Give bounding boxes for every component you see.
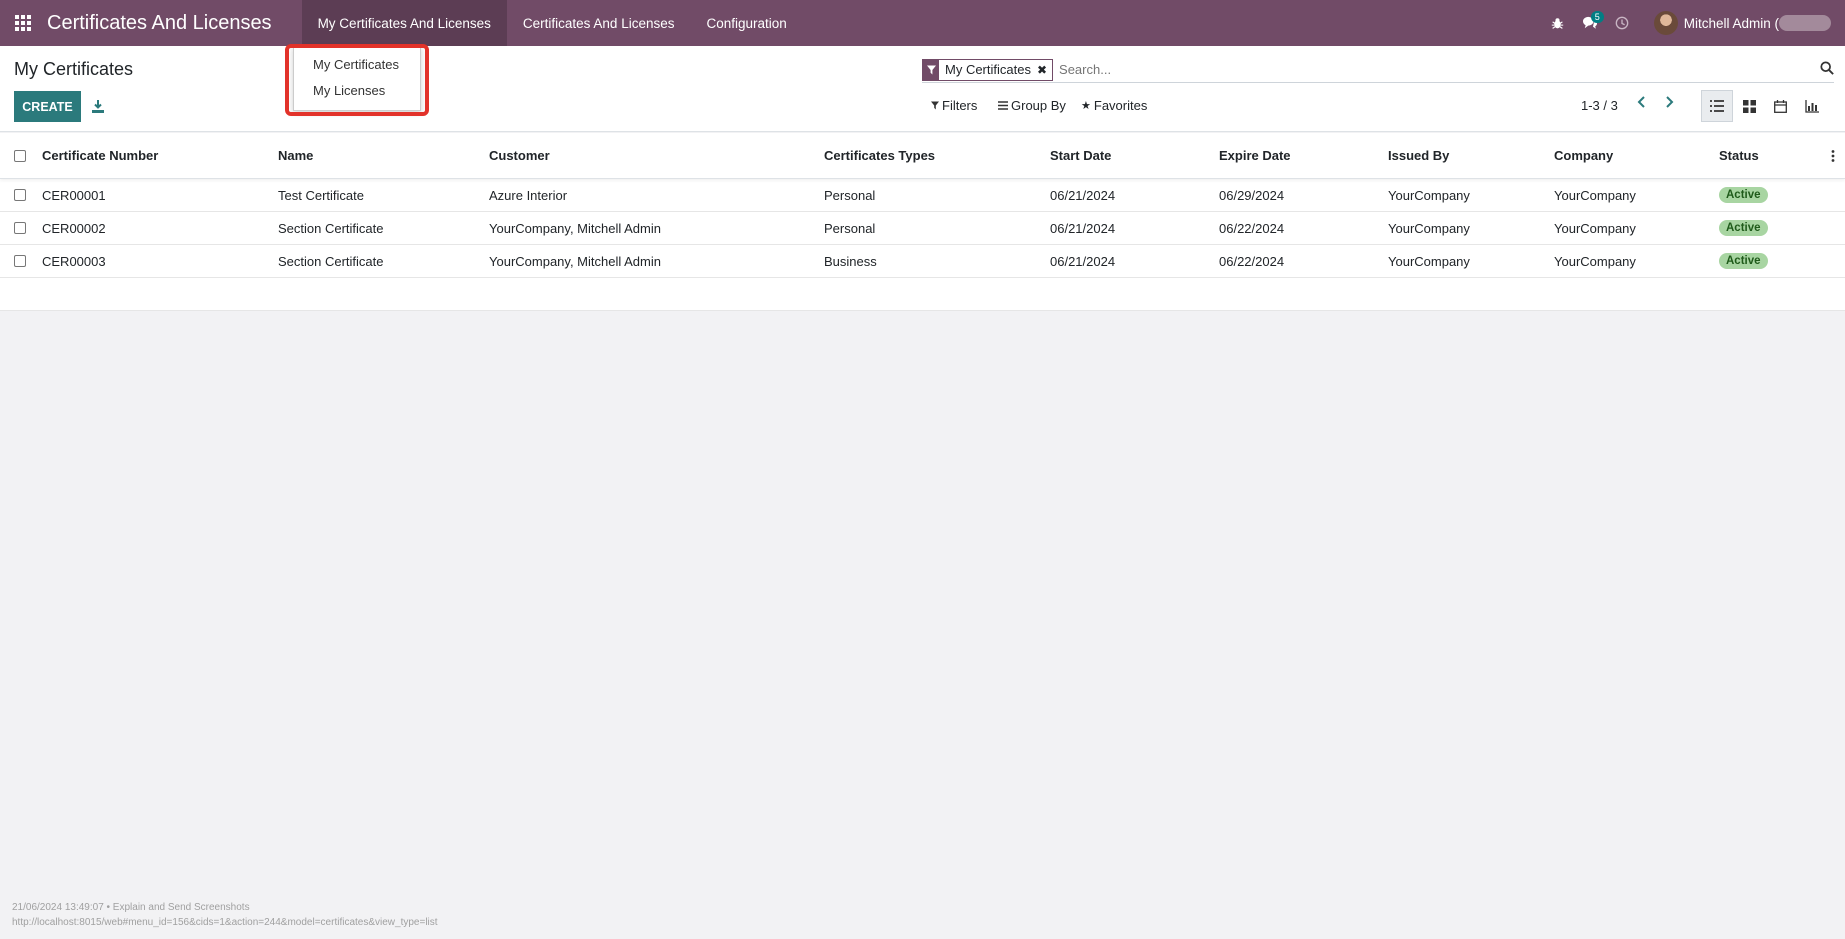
favorites-button[interactable]: ★ Favorites <box>1081 98 1147 113</box>
cell-expire-date: 06/22/2024 <box>1219 253 1285 269</box>
debug-bug-icon[interactable] <box>1542 0 1574 46</box>
cell-start-date: 06/21/2024 <box>1050 253 1116 269</box>
page-title: My Certificates <box>14 59 134 79</box>
row-checkbox[interactable] <box>14 255 26 267</box>
group-by-button[interactable]: Group By <box>998 98 1066 113</box>
menu-configuration[interactable]: Configuration <box>690 0 802 46</box>
favorites-star-icon: ★ <box>1081 100 1091 112</box>
optional-columns-kebab-icon[interactable] <box>1831 133 1835 178</box>
cell-certificates-type: Business <box>824 253 877 269</box>
pager-next-icon[interactable] <box>1663 95 1675 112</box>
cell-name: Test Certificate <box>278 187 364 203</box>
column-header-issued-by[interactable]: Issued By <box>1388 133 1449 178</box>
cell-certificate-number: CER00002 <box>42 220 106 236</box>
favorites-label: Favorites <box>1093 98 1148 113</box>
user-avatar <box>1653 11 1678 35</box>
table-row[interactable]: CER00001 Test Certificate Azure Interior… <box>0 179 1845 212</box>
apps-menu-icon[interactable] <box>0 0 46 46</box>
column-header-start-date[interactable]: Start Date <box>1050 133 1111 178</box>
table-header-row: Certificate Number Name Customer Certifi… <box>0 133 1845 179</box>
column-header-expire-date[interactable]: Expire Date <box>1219 133 1291 178</box>
cell-company: YourCompany <box>1554 187 1636 203</box>
cell-certificates-type: Personal <box>824 220 876 236</box>
cell-start-date: 06/21/2024 <box>1050 220 1116 236</box>
cell-certificate-number: CER00001 <box>42 187 106 203</box>
kanban-view-icon[interactable] <box>1733 90 1765 122</box>
menu-certificates-and-licenses[interactable]: Certificates And Licenses <box>507 0 691 46</box>
group-by-bars-icon <box>998 101 1008 110</box>
filter-funnel-icon <box>923 58 939 81</box>
list-view-icon[interactable] <box>1701 90 1733 122</box>
row-checkbox[interactable] <box>14 189 26 201</box>
cell-company: YourCompany <box>1554 220 1636 236</box>
cell-issued-by: YourCompany <box>1388 253 1470 269</box>
facet-label: My Certificates <box>945 62 1031 77</box>
cell-certificate-number: CER00003 <box>42 253 106 269</box>
pager-value[interactable]: 1-3 / 3 <box>1581 98 1618 113</box>
menu-my-certificates-and-licenses[interactable]: My Certificates And Licenses <box>301 0 507 46</box>
column-header-name[interactable]: Name <box>278 133 313 178</box>
cell-company: YourCompany <box>1554 253 1636 269</box>
column-header-company[interactable]: Company <box>1554 133 1613 178</box>
footer-timestamp: 21/06/2024 13:49:07 • Explain and Send S… <box>12 902 250 913</box>
search-bar: My Certificates ✖ <box>922 57 1834 83</box>
cell-start-date: 06/21/2024 <box>1050 187 1116 203</box>
graph-view-icon[interactable] <box>1796 90 1828 122</box>
screenshot-footer: 21/06/2024 13:49:07 • Explain and Send S… <box>12 900 438 930</box>
filters-button[interactable]: Filters <box>931 98 977 113</box>
cell-certificates-type: Personal <box>824 187 876 203</box>
filters-label: Filters <box>942 98 978 113</box>
app-brand[interactable]: Certificates And Licenses <box>46 12 302 35</box>
cell-expire-date: 06/29/2024 <box>1219 187 1285 203</box>
group-by-label: Group By <box>1011 98 1066 113</box>
cell-issued-by: YourCompany <box>1388 187 1470 203</box>
user-name: Mitchell Admin ( <box>1683 15 1779 31</box>
redacted-database-name <box>1779 15 1831 31</box>
red-highlight-annotation <box>285 44 429 116</box>
messages-icon[interactable]: 5 <box>1574 0 1606 46</box>
certificates-list-table: Certificate Number Name Customer Certifi… <box>0 133 1845 311</box>
search-facet: My Certificates ✖ <box>922 58 1054 81</box>
facet-remove-icon[interactable]: ✖ <box>1037 63 1052 77</box>
column-header-customer[interactable]: Customer <box>489 133 550 178</box>
activity-clock-icon[interactable] <box>1606 0 1638 46</box>
cell-customer: YourCompany, Mitchell Admin <box>489 253 661 269</box>
column-header-certificates-types[interactable]: Certificates Types <box>824 133 935 178</box>
create-button[interactable]: CREATE <box>14 91 81 122</box>
status-badge: Active <box>1719 253 1768 269</box>
footer-url: http://localhost:8015/web#menu_id=156&ci… <box>12 917 438 928</box>
table-row[interactable]: CER00003 Section Certificate YourCompany… <box>0 245 1845 278</box>
calendar-view-icon[interactable] <box>1764 90 1796 122</box>
cell-issued-by: YourCompany <box>1388 220 1470 236</box>
search-icon[interactable] <box>1820 61 1834 78</box>
empty-table-row <box>0 278 1845 311</box>
filters-funnel-icon <box>931 101 939 110</box>
cell-name: Section Certificate <box>278 220 384 236</box>
table-row[interactable]: CER00002 Section Certificate YourCompany… <box>0 212 1845 245</box>
pager-previous-icon[interactable] <box>1636 95 1648 112</box>
cell-customer: Azure Interior <box>489 187 568 203</box>
cell-customer: YourCompany, Mitchell Admin <box>489 220 661 236</box>
cell-name: Section Certificate <box>278 253 384 269</box>
column-header-certificate-number[interactable]: Certificate Number <box>42 133 158 178</box>
status-badge: Active <box>1719 187 1768 203</box>
top-navbar: Certificates And Licenses My Certificate… <box>0 0 1845 46</box>
user-menu[interactable]: Mitchell Admin ( <box>1638 0 1845 46</box>
column-header-status[interactable]: Status <box>1719 133 1759 178</box>
control-panel: My Certificates CREATE My Certificates ✖… <box>0 46 1845 132</box>
search-input[interactable] <box>1059 62 1760 77</box>
row-checkbox[interactable] <box>14 222 26 234</box>
select-all-checkbox[interactable] <box>14 149 26 162</box>
message-count-badge: 5 <box>1590 11 1604 23</box>
cell-expire-date: 06/22/2024 <box>1219 220 1285 236</box>
export-download-icon[interactable] <box>90 96 106 116</box>
status-badge: Active <box>1719 220 1768 236</box>
